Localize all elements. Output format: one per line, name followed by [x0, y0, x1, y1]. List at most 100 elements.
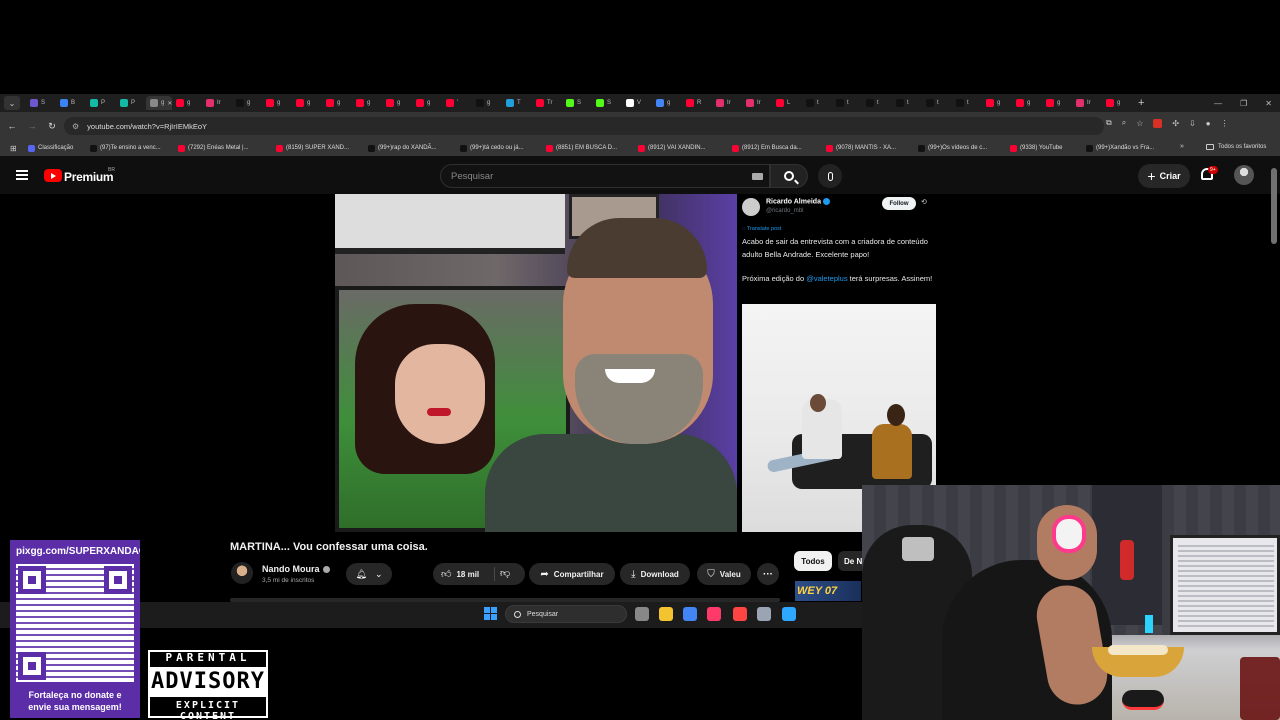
- install-icon[interactable]: ⧉: [1106, 118, 1112, 128]
- create-button[interactable]: + Criar: [1138, 164, 1190, 188]
- settings-icon[interactable]: [757, 607, 771, 621]
- app-icon[interactable]: [782, 607, 796, 621]
- channel-name[interactable]: Nando Moura: [262, 564, 330, 574]
- youtube-logo-icon[interactable]: [44, 169, 62, 182]
- bookmark-item[interactable]: (8912) VAI XANDIN...: [638, 144, 724, 152]
- browser-tab[interactable]: g: [1102, 96, 1132, 110]
- extensions-puzzle-icon[interactable]: ✣: [1172, 119, 1179, 128]
- browser-tab[interactable]: g: [172, 96, 202, 110]
- bookmark-item[interactable]: (8912) Em Busca da...: [732, 144, 818, 152]
- bookmark-item[interactable]: (9338) YouTube: [1010, 144, 1078, 152]
- browser-tab[interactable]: R: [682, 96, 712, 110]
- zoom-icon[interactable]: ⌕: [1122, 118, 1126, 128]
- browser-tab[interactable]: t: [832, 96, 862, 110]
- file-explorer-icon[interactable]: [659, 607, 673, 621]
- recommended-thumbnail[interactable]: WEY 07: [795, 581, 861, 601]
- browser-tab[interactable]: Tr: [532, 96, 562, 110]
- browser-tab[interactable]: g: [982, 96, 1012, 110]
- new-tab-button[interactable]: +: [1138, 97, 1144, 109]
- browser-tab[interactable]: g: [382, 96, 412, 110]
- browser-tab[interactable]: g: [352, 96, 382, 110]
- omnibox[interactable]: ⚙ youtube.com/watch?v=RjIrIEMkEoY: [64, 117, 1104, 135]
- browser-tab[interactable]: t: [922, 96, 952, 110]
- browser-tab[interactable]: Ir: [1072, 96, 1102, 110]
- menu-icon[interactable]: ⋮: [1221, 119, 1229, 128]
- all-bookmarks-folder[interactable]: Todos os favoritos: [1206, 144, 1266, 150]
- restore-icon[interactable]: ❐: [1240, 99, 1247, 108]
- apps-grid-icon[interactable]: ⊞: [10, 144, 20, 153]
- bookmark-item[interactable]: (99+)Xandão vs Fra...: [1086, 144, 1170, 152]
- obs-icon[interactable]: [733, 607, 747, 621]
- bookmark-item[interactable]: (99+)rap do XANDÃ...: [368, 144, 452, 152]
- windows-start-icon[interactable]: [484, 607, 497, 620]
- downloads-icon[interactable]: ⇩: [1189, 119, 1196, 128]
- browser-tab[interactable]: V: [622, 96, 652, 110]
- browser-tab[interactable]: S: [592, 96, 622, 110]
- task-view-icon[interactable]: [635, 607, 649, 621]
- browser-tab[interactable]: t: [862, 96, 892, 110]
- browser-tab[interactable]: g ✕: [146, 96, 172, 110]
- more-actions-button[interactable]: ···: [757, 563, 779, 585]
- browser-tab[interactable]: S: [26, 96, 56, 110]
- browser-tab[interactable]: t: [952, 96, 982, 110]
- hamburger-menu-icon[interactable]: [16, 170, 28, 180]
- bookmark-star-icon[interactable]: ☆: [1136, 119, 1143, 128]
- forward-icon[interactable]: →: [22, 121, 42, 131]
- browser-tab[interactable]: g: [652, 96, 682, 110]
- steam-icon[interactable]: [707, 607, 721, 621]
- bookmark-item[interactable]: (7292) Enéas Metal |...: [178, 144, 268, 152]
- share-button[interactable]: ➦ Compartilhar: [529, 563, 615, 585]
- browser-tab[interactable]: Ir: [742, 96, 772, 110]
- account-avatar[interactable]: [1234, 165, 1254, 185]
- thumbs-down-icon[interactable]: 👎︎: [500, 567, 510, 579]
- browser-tab[interactable]: P: [116, 96, 146, 110]
- search-input[interactable]: Pesquisar: [440, 164, 770, 188]
- bookmark-item[interactable]: Classificação: [28, 144, 82, 152]
- browser-tab[interactable]: Ir: [712, 96, 742, 110]
- bookmark-item[interactable]: (99+)tá cedo ou já...: [460, 144, 538, 152]
- video-player[interactable]: [335, 194, 737, 532]
- close-window-icon[interactable]: ✕: [1265, 99, 1272, 108]
- browser-tab[interactable]: g: [1042, 96, 1072, 110]
- tab-search-button[interactable]: ⌄: [4, 96, 20, 110]
- search-button[interactable]: [770, 164, 808, 188]
- like-button[interactable]: 👍︎ 18 mil: [433, 563, 525, 585]
- reload-icon[interactable]: ↻: [42, 121, 62, 132]
- bookmark-item[interactable]: (8159) SUPER XAND...: [276, 144, 360, 152]
- keyboard-icon[interactable]: [752, 173, 763, 180]
- thanks-button[interactable]: ⛉ Valeu: [697, 563, 751, 585]
- browser-tab[interactable]: L: [772, 96, 802, 110]
- browser-tab[interactable]: Ir: [202, 96, 232, 110]
- site-info-icon[interactable]: ⚙: [72, 122, 79, 131]
- youtube-premium-wordmark[interactable]: Premium: [64, 170, 114, 184]
- browser-tab[interactable]: g: [1012, 96, 1042, 110]
- bookmark-item[interactable]: (97)Te ensino a venc...: [90, 144, 170, 152]
- browser-tab[interactable]: t: [892, 96, 922, 110]
- browser-tab[interactable]: B: [56, 96, 86, 110]
- browser-tab[interactable]: g: [292, 96, 322, 110]
- bookmarks-overflow-icon[interactable]: »: [1180, 143, 1184, 150]
- browser-tab[interactable]: ': [442, 96, 472, 110]
- chip-all[interactable]: Todos: [794, 551, 832, 571]
- browser-tab[interactable]: g: [412, 96, 442, 110]
- browser-tab[interactable]: P: [86, 96, 116, 110]
- browser-tab[interactable]: g: [472, 96, 502, 110]
- browser-tab[interactable]: S: [562, 96, 592, 110]
- voice-search-button[interactable]: [818, 164, 842, 188]
- subscription-bell-button[interactable]: 🔔︎ ⌄: [346, 563, 392, 585]
- download-button[interactable]: ⤓ Download: [620, 563, 690, 585]
- channel-avatar[interactable]: [231, 562, 253, 584]
- browser-tab[interactable]: t: [802, 96, 832, 110]
- browser-tab[interactable]: T: [502, 96, 532, 110]
- profile-icon[interactable]: ●: [1206, 119, 1211, 128]
- minimize-icon[interactable]: —: [1214, 99, 1222, 108]
- taskbar-search[interactable]: Pesquisar: [505, 605, 627, 623]
- extension-icon[interactable]: [1153, 118, 1163, 128]
- back-icon[interactable]: ←: [2, 121, 22, 131]
- browser-tab[interactable]: g: [262, 96, 292, 110]
- bookmark-item[interactable]: (9078) MANTIS - XA...: [826, 144, 910, 152]
- bookmark-item[interactable]: (8851) EM BUSCA D...: [546, 144, 630, 152]
- browser-tab[interactable]: g: [232, 96, 262, 110]
- bookmark-item[interactable]: (99+)Os vídeos de c...: [918, 144, 1002, 152]
- page-scrollbar[interactable]: [1271, 168, 1277, 244]
